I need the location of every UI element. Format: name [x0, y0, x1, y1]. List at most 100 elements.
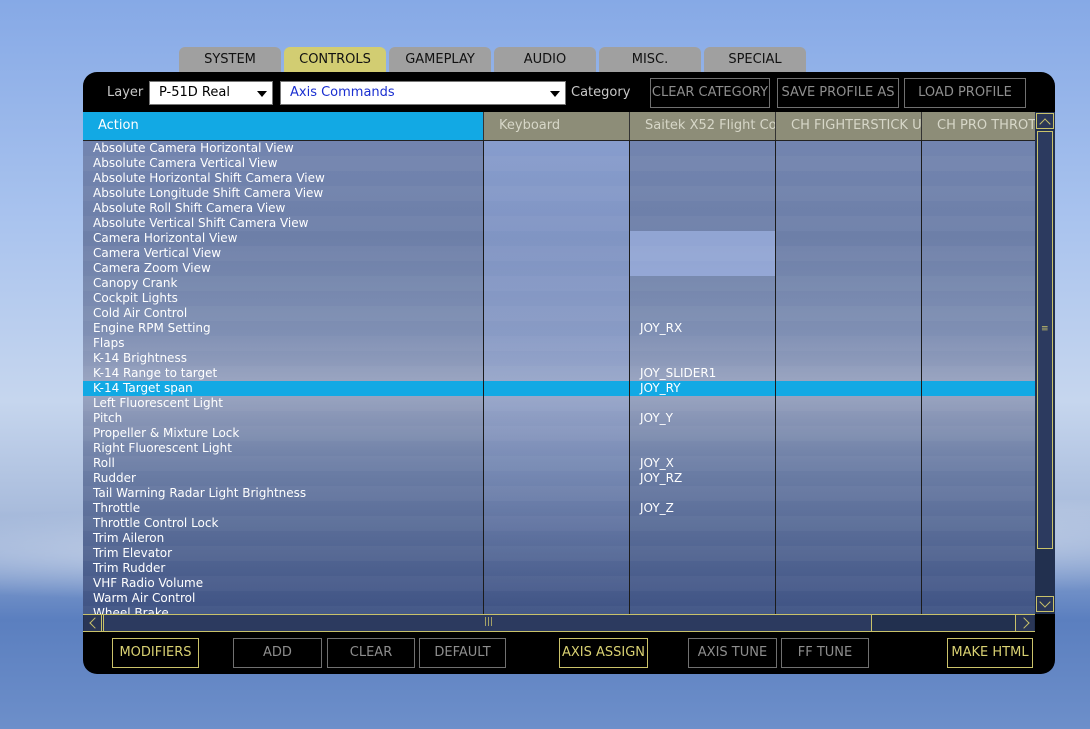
action-name: Throttle [93, 501, 141, 515]
table-row[interactable]: Absolute Camera Vertical View [83, 156, 1035, 171]
layer-select[interactable]: P-51D Real [149, 81, 273, 105]
dropdown-arrow-icon [550, 91, 560, 97]
table-row[interactable]: Absolute Vertical Shift Camera View [83, 216, 1035, 231]
column-header-ch-pro-throttle[interactable]: CH PRO THROTTLE [921, 112, 1035, 140]
action-name: Left Fluorescent Light [93, 396, 223, 410]
table-row[interactable]: VHF Radio Volume [83, 576, 1035, 591]
table-row[interactable]: Absolute Camera Horizontal View [83, 141, 1035, 156]
table-row[interactable]: Throttle Control Lock [83, 516, 1035, 531]
table-row[interactable]: Cold Air Control [83, 306, 1035, 321]
table-row[interactable]: Roll JOY_X [83, 456, 1035, 471]
table-row[interactable]: Rudder JOY_RZ [83, 471, 1035, 486]
table-row[interactable]: Warm Air Control [83, 591, 1035, 606]
action-name: Canopy Crank [93, 276, 178, 290]
action-name: Right Fluorescent Light [93, 441, 232, 455]
table-row[interactable]: Wheel Brake [83, 606, 1035, 614]
table-row[interactable]: Throttle JOY_Z [83, 501, 1035, 516]
binding-cell[interactable]: JOY_Z [640, 501, 674, 516]
category-select[interactable]: Axis Commands [280, 81, 566, 105]
action-name: Camera Zoom View [93, 261, 211, 275]
action-name: Absolute Vertical Shift Camera View [93, 216, 309, 230]
action-name: Warm Air Control [93, 591, 196, 605]
grip-icon: ||| [484, 617, 494, 627]
modifiers-button[interactable]: MODIFIERS [112, 638, 199, 668]
horizontal-scrollbar[interactable]: ||| [83, 614, 1035, 632]
table-row[interactable]: K-14 Range to target JOY_SLIDER1 [83, 366, 1035, 381]
table-row[interactable]: Engine RPM Setting JOY_RX [83, 321, 1035, 336]
action-name: Cold Air Control [93, 306, 188, 320]
scroll-up-button[interactable] [1036, 113, 1054, 130]
column-header-action[interactable]: Action [83, 112, 483, 140]
table-row[interactable]: Absolute Roll Shift Camera View [83, 201, 1035, 216]
binding-cell[interactable]: JOY_RY [640, 381, 681, 396]
column-divider [629, 140, 630, 614]
table-row[interactable]: Tail Warning Radar Light Brightness [83, 486, 1035, 501]
tab-misc[interactable]: MISC. [599, 47, 701, 73]
action-name: K-14 Range to target [93, 366, 218, 380]
binding-cell[interactable]: JOY_Y [640, 411, 673, 426]
default-button[interactable]: DEFAULT [419, 638, 506, 668]
chevron-up-icon [1039, 118, 1051, 130]
binding-cell[interactable]: JOY_SLIDER1 [640, 366, 716, 381]
table-row[interactable]: Camera Horizontal View [83, 231, 1035, 246]
table-row[interactable]: K-14 Brightness [83, 351, 1035, 366]
binding-cell[interactable]: JOY_RZ [640, 471, 682, 486]
load-profile-button[interactable]: LOAD PROFILE [904, 78, 1026, 108]
column-header-saitek-x52[interactable]: Saitek X52 Flight Control [629, 112, 775, 140]
table-row[interactable]: Absolute Longitude Shift Camera View [83, 186, 1035, 201]
add-button[interactable]: ADD [233, 638, 322, 668]
table-row[interactable]: Left Fluorescent Light [83, 396, 1035, 411]
tab-controls[interactable]: CONTROLS [284, 47, 386, 73]
clear-button[interactable]: CLEAR [327, 638, 415, 668]
tab-audio[interactable]: AUDIO [494, 47, 596, 73]
save-profile-as-button[interactable]: SAVE PROFILE AS [777, 78, 899, 108]
scroll-down-button[interactable] [1036, 596, 1054, 612]
make-html-button[interactable]: MAKE HTML [947, 638, 1033, 668]
tab-gameplay[interactable]: GAMEPLAY [389, 47, 491, 73]
action-name: Trim Elevator [93, 546, 173, 560]
action-name: Absolute Longitude Shift Camera View [93, 186, 324, 200]
axis-assign-button[interactable]: AXIS ASSIGN [559, 638, 648, 668]
table-row[interactable]: Absolute Horizontal Shift Camera View [83, 171, 1035, 186]
action-name: Trim Rudder [93, 561, 166, 575]
horizontal-scroll-thumb[interactable]: ||| [103, 615, 872, 631]
tab-special[interactable]: SPECIAL [704, 47, 806, 73]
action-name: VHF Radio Volume [93, 576, 204, 590]
action-name: Rudder [93, 471, 136, 485]
table-row[interactable]: Cockpit Lights [83, 291, 1035, 306]
axis-tune-button[interactable]: AXIS TUNE [688, 638, 777, 668]
table-row[interactable]: Right Fluorescent Light [83, 441, 1035, 456]
action-name: Trim Aileron [93, 531, 165, 545]
action-name: Absolute Roll Shift Camera View [93, 201, 286, 215]
column-header-keyboard[interactable]: Keyboard [483, 112, 629, 140]
table-row-selected[interactable]: K-14 Target span JOY_RY [83, 381, 1035, 396]
vertical-scroll-thumb[interactable]: ≡ [1037, 131, 1053, 549]
action-name: Absolute Horizontal Shift Camera View [93, 171, 325, 185]
action-name: Camera Vertical View [93, 246, 222, 260]
tab-system[interactable]: SYSTEM [179, 47, 281, 73]
table-row[interactable]: Trim Aileron [83, 531, 1035, 546]
clear-category-button[interactable]: CLEAR CATEGORY [650, 78, 770, 108]
binding-cell[interactable]: JOY_RX [640, 321, 682, 336]
category-label: Category [571, 85, 631, 100]
table-row[interactable]: Trim Rudder [83, 561, 1035, 576]
action-name: Absolute Camera Vertical View [93, 156, 278, 170]
chevron-right-icon [1018, 617, 1030, 629]
table-row[interactable]: Flaps [83, 336, 1035, 351]
table-row[interactable]: Camera Vertical View [83, 246, 1035, 261]
table-row[interactable]: Pitch JOY_Y [83, 411, 1035, 426]
controls-window: Layer P-51D Real Axis Commands Category … [83, 72, 1055, 674]
toolbar: Layer P-51D Real Axis Commands Category … [83, 72, 1055, 112]
table-row[interactable]: Canopy Crank [83, 276, 1035, 291]
action-name: K-14 Target span [93, 381, 193, 395]
scroll-left-button[interactable] [84, 615, 102, 631]
table-row[interactable]: Camera Zoom View [83, 261, 1035, 276]
table-row[interactable]: Trim Elevator [83, 546, 1035, 561]
bindings-grid: Absolute Camera Horizontal View Absolute … [83, 112, 1035, 614]
binding-cell[interactable]: JOY_X [640, 456, 674, 471]
table-row[interactable]: Propeller & Mixture Lock [83, 426, 1035, 441]
ff-tune-button[interactable]: FF TUNE [781, 638, 869, 668]
column-divider [775, 140, 776, 614]
scroll-right-button[interactable] [1015, 615, 1034, 631]
column-header-ch-fighterstick[interactable]: CH FIGHTERSTICK USB [775, 112, 921, 140]
